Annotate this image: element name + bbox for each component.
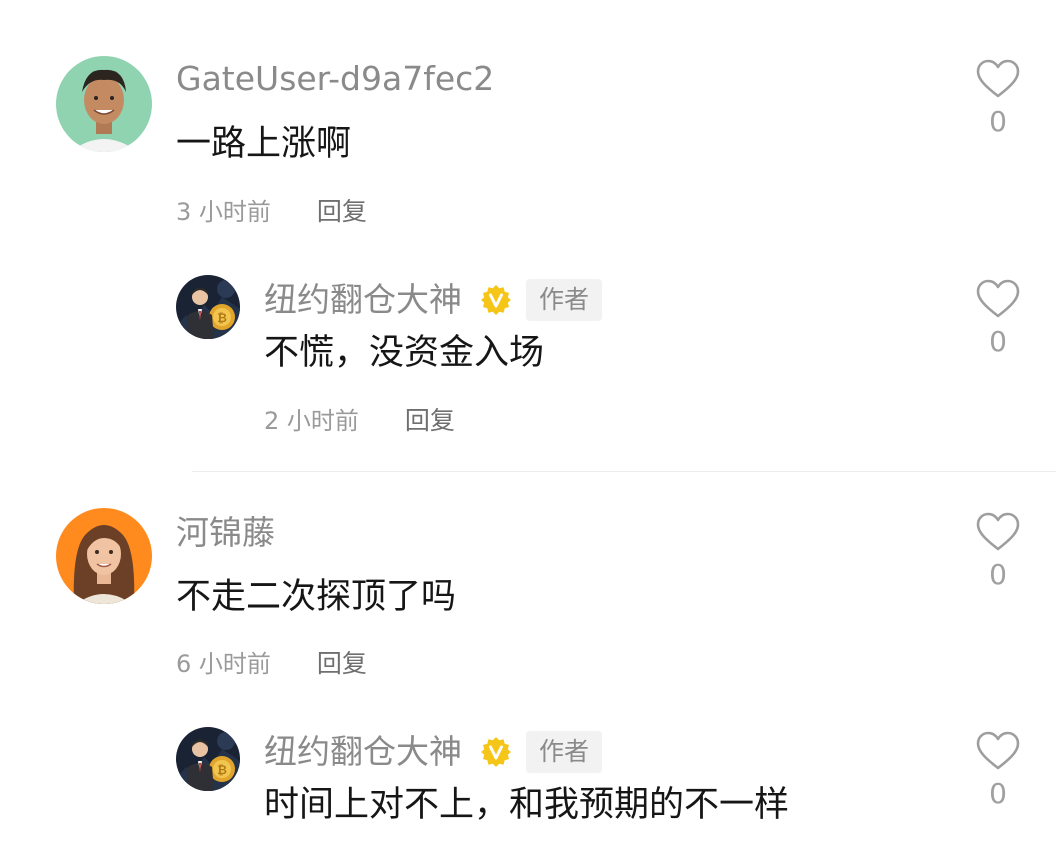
- author-tag: 作者: [526, 731, 603, 773]
- reply-name-row: 纽约翻仓大神 作者: [264, 731, 603, 773]
- like-button[interactable]: 0: [976, 731, 1020, 811]
- heart-icon[interactable]: [976, 512, 1020, 552]
- like-button[interactable]: 0: [976, 59, 1020, 139]
- comment-meta: 6 小时前 回复: [176, 649, 367, 679]
- reply-username[interactable]: 纽约翻仓大神: [264, 732, 462, 772]
- like-count: 0: [989, 558, 1007, 591]
- heart-icon[interactable]: [976, 59, 1020, 99]
- reply-timestamp: 2 小时前: [264, 407, 359, 435]
- verified-badge-icon: [480, 284, 512, 316]
- reply-button[interactable]: 回复: [317, 197, 367, 227]
- comment-username[interactable]: GateUser-d9a7fec2: [176, 59, 494, 99]
- avatar[interactable]: [56, 508, 152, 604]
- like-count: 0: [989, 105, 1007, 138]
- heart-icon[interactable]: [976, 279, 1020, 319]
- comment-timestamp: 6 小时前: [176, 650, 271, 678]
- divider: [192, 471, 1056, 472]
- author-tag: 作者: [526, 279, 603, 321]
- comment-text: 一路上涨啊: [176, 124, 352, 164]
- reply-button[interactable]: 回复: [405, 406, 455, 436]
- reply-button[interactable]: 回复: [317, 649, 367, 679]
- reply-username[interactable]: 纽约翻仓大神: [264, 280, 462, 320]
- like-count: 0: [989, 777, 1007, 810]
- reply-name-row: 纽约翻仓大神 作者: [264, 279, 603, 321]
- avatar[interactable]: [56, 56, 152, 152]
- comment-username[interactable]: 河锦藤: [176, 513, 275, 553]
- author-avatar[interactable]: [176, 275, 240, 339]
- comment-text: 不走二次探顶了吗: [176, 577, 457, 617]
- reply-meta: 2 小时前 回复: [264, 406, 455, 436]
- like-button[interactable]: 0: [976, 512, 1020, 592]
- comment-timestamp: 3 小时前: [176, 198, 271, 226]
- reply-text: 时间上对不上，和我预期的不一样: [264, 785, 790, 825]
- like-count: 0: [989, 325, 1007, 358]
- reply-text: 不慌，没资金入场: [264, 333, 545, 373]
- verified-badge-icon: [480, 736, 512, 768]
- heart-icon[interactable]: [976, 731, 1020, 771]
- like-button[interactable]: 0: [976, 279, 1020, 359]
- comment-meta: 3 小时前 回复: [176, 197, 367, 227]
- author-avatar[interactable]: [176, 727, 240, 791]
